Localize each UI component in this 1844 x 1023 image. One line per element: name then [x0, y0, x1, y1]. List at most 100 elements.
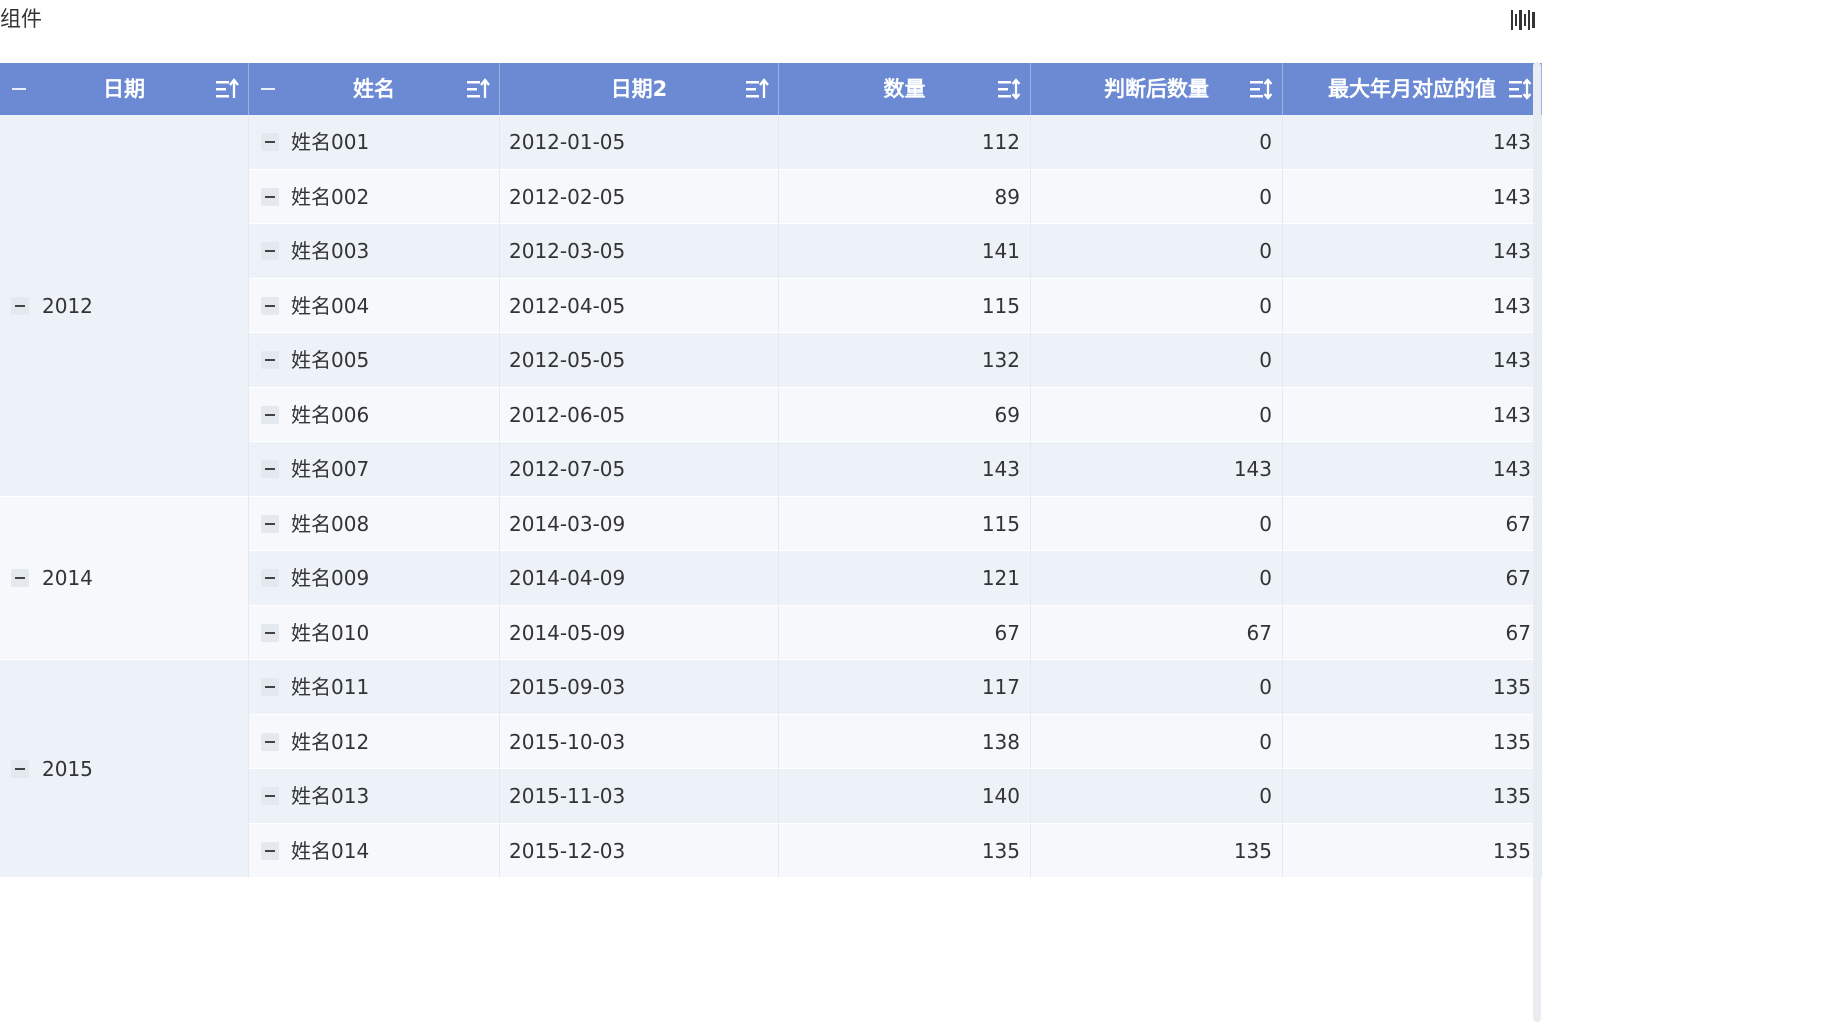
collapse-icon[interactable] [261, 732, 279, 751]
column-header-date[interactable]: 日期 [0, 63, 249, 115]
cell-qty: 117 [779, 660, 1031, 715]
name-label: 姓名003 [291, 239, 370, 263]
cell-qty: 115 [779, 496, 1031, 551]
column-header-qty[interactable]: 数量 [779, 63, 1031, 115]
cell-qty: 69 [779, 387, 1031, 442]
sort-both-icon[interactable] [1507, 77, 1533, 101]
column-header-label: 判断后数量 [1104, 77, 1209, 101]
cell-max_month_value: 135 [1283, 660, 1542, 715]
collapse-icon[interactable] [261, 514, 279, 533]
cell-max_month_value: 143 [1283, 387, 1542, 442]
cell-judged_qty: 0 [1031, 714, 1283, 769]
cell-name: 姓名006 [249, 387, 500, 442]
cell-qty: 89 [779, 169, 1031, 224]
name-label: 姓名001 [291, 130, 370, 154]
collapse-icon[interactable] [261, 133, 279, 151]
cell-date2: 2012-06-05 [500, 387, 779, 442]
vertical-scrollbar[interactable] [1533, 62, 1541, 1022]
cell-judged_qty: 0 [1031, 333, 1283, 388]
sort-both-icon[interactable] [1248, 77, 1274, 101]
collapse-icon[interactable] [11, 296, 29, 315]
cell-qty: 121 [779, 551, 1031, 606]
group-cell-year[interactable]: 2015 [0, 660, 249, 878]
cell-name: 姓名011 [249, 660, 500, 715]
cell-name: 姓名003 [249, 224, 500, 279]
name-label: 姓名004 [291, 293, 370, 318]
cell-date2: 2015-10-03 [500, 714, 779, 769]
window-title: 组件 [0, 7, 42, 31]
cell-max_month_value: 67 [1283, 496, 1542, 551]
collapse-icon[interactable] [261, 460, 279, 478]
collapse-icon[interactable] [261, 296, 279, 315]
sort-both-icon[interactable] [996, 77, 1022, 101]
cell-judged_qty: 0 [1031, 551, 1283, 606]
cell-qty: 140 [779, 769, 1031, 824]
table-header: 日期 姓名 日期2 数量 判断后数量 最大年月对应的值 [0, 63, 1542, 115]
cell-date2: 2012-02-05 [500, 169, 779, 224]
cell-judged_qty: 0 [1031, 496, 1283, 551]
cell-judged_qty: 143 [1031, 442, 1283, 497]
barcode-icon[interactable] [1510, 8, 1536, 32]
column-header-judged_qty[interactable]: 判断后数量 [1031, 63, 1283, 115]
collapse-icon[interactable] [261, 678, 279, 696]
name-label: 姓名014 [291, 838, 370, 863]
name-label: 姓名010 [291, 620, 370, 645]
name-label: 姓名008 [291, 511, 370, 536]
cell-judged_qty: 0 [1031, 115, 1283, 170]
cell-max_month_value: 135 [1283, 823, 1542, 878]
cell-date2: 2012-01-05 [500, 115, 779, 170]
cell-name: 姓名001 [249, 115, 500, 170]
cell-qty: 141 [779, 224, 1031, 279]
collapse-icon[interactable] [11, 569, 29, 588]
group-cell-year[interactable]: 2012 [0, 115, 249, 497]
cell-max_month_value: 67 [1283, 605, 1542, 660]
cell-max_month_value: 67 [1283, 551, 1542, 606]
cell-judged_qty: 67 [1031, 605, 1283, 660]
cell-qty: 112 [779, 115, 1031, 170]
collapse-icon[interactable] [261, 569, 279, 587]
name-label: 姓名013 [291, 784, 370, 808]
collapse-icon[interactable] [11, 760, 29, 778]
pivot-table: 日期 姓名 日期2 数量 判断后数量 最大年月对应的值 2012 姓名001 2012-01-… [0, 63, 1542, 1023]
cell-judged_qty: 0 [1031, 769, 1283, 824]
cell-max_month_value: 143 [1283, 333, 1542, 388]
cell-date2: 2015-11-03 [500, 769, 779, 824]
cell-judged_qty: 135 [1031, 823, 1283, 878]
collapse-icon[interactable] [261, 187, 279, 206]
cell-max_month_value: 135 [1283, 769, 1542, 824]
cell-max_month_value: 143 [1283, 115, 1542, 170]
collapse-icon[interactable] [261, 242, 279, 260]
year-label: 2012 [42, 293, 93, 318]
cell-name: 姓名008 [249, 496, 500, 551]
name-label: 姓名011 [291, 675, 370, 699]
cell-qty: 135 [779, 823, 1031, 878]
column-header-max_month_value[interactable]: 最大年月对应的值 [1283, 63, 1542, 115]
cell-name: 姓名010 [249, 605, 500, 660]
cell-judged_qty: 0 [1031, 169, 1283, 224]
collapse-icon[interactable] [261, 351, 279, 369]
column-header-date2[interactable]: 日期2 [500, 63, 779, 115]
sort-asc-icon[interactable] [465, 77, 491, 101]
cell-qty: 143 [779, 442, 1031, 497]
sort-asc-icon[interactable] [214, 77, 240, 101]
cell-max_month_value: 135 [1283, 714, 1542, 769]
name-label: 姓名002 [291, 184, 370, 209]
collapse-icon[interactable] [261, 623, 279, 642]
sort-asc-icon[interactable] [744, 77, 770, 101]
column-header-label: 数量 [883, 77, 926, 101]
cell-judged_qty: 0 [1031, 224, 1283, 279]
name-label: 姓名009 [291, 566, 370, 590]
cell-name: 姓名007 [249, 442, 500, 497]
collapse-icon[interactable] [261, 787, 279, 805]
column-header-name[interactable]: 姓名 [249, 63, 500, 115]
cell-max_month_value: 143 [1283, 442, 1542, 497]
cell-name: 姓名014 [249, 823, 500, 878]
collapse-icon[interactable] [261, 841, 279, 860]
cell-date2: 2012-04-05 [500, 278, 779, 333]
cell-qty: 138 [779, 714, 1031, 769]
cell-date2: 2014-03-09 [500, 496, 779, 551]
group-cell-year[interactable]: 2014 [0, 496, 249, 660]
cell-qty: 115 [779, 278, 1031, 333]
collapse-icon[interactable] [261, 405, 279, 424]
name-label: 姓名012 [291, 729, 370, 754]
